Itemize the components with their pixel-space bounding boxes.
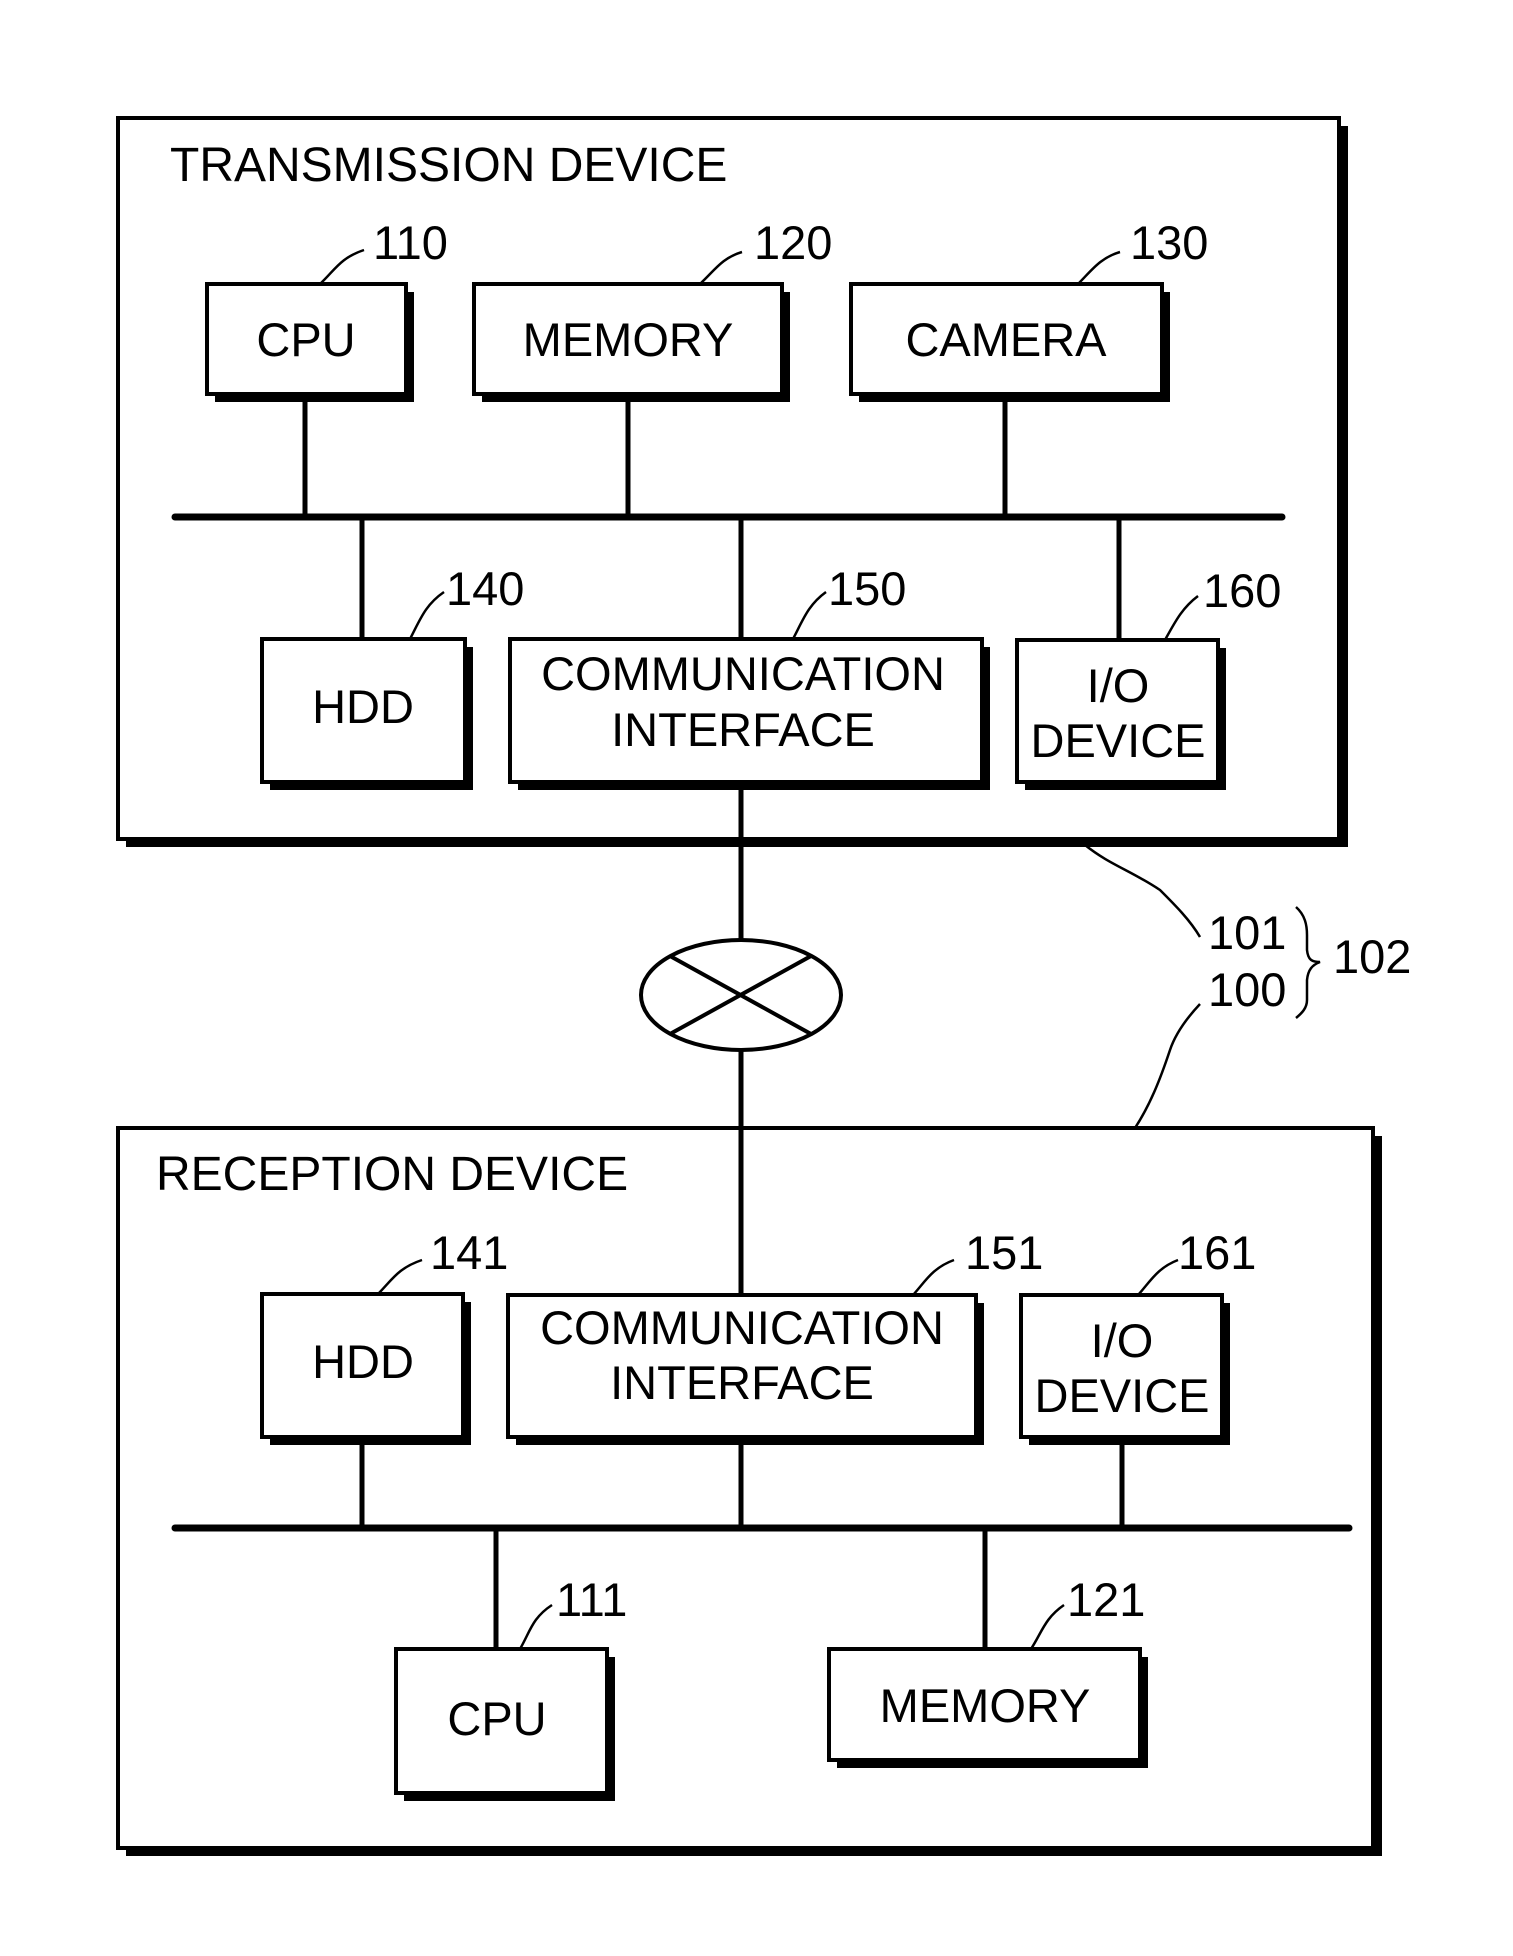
- system-references: 101 100 102: [1084, 844, 1411, 1129]
- system-brace-icon: [1295, 906, 1321, 1019]
- memory-121-label: MEMORY: [880, 1679, 1091, 1732]
- reception-100-leader: [1133, 1003, 1201, 1129]
- reception-device: RECEPTION DEVICE HDD 141 COMMUNICATION I…: [116, 1126, 1382, 1856]
- comm-interface-151-label-line1: COMMUNICATION: [540, 1301, 944, 1354]
- memory-120-ref: 120: [754, 216, 832, 269]
- comm-interface-151-label-line2: INTERFACE: [610, 1356, 874, 1409]
- system-block-diagram: TRANSMISSION DEVICE CPU 110 MEMORY 120 C…: [116, 116, 1411, 1856]
- io-device-160-label-line1: I/O: [1087, 659, 1150, 712]
- io-device-161-label-line2: DEVICE: [1035, 1369, 1210, 1422]
- cpu-110-label: CPU: [256, 313, 355, 366]
- transmission-device: TRANSMISSION DEVICE CPU 110 MEMORY 120 C…: [116, 116, 1348, 847]
- comm-interface-150-ref: 150: [828, 562, 906, 615]
- comm-interface-150-label-line1: COMMUNICATION: [541, 647, 945, 700]
- hdd-141-ref: 141: [430, 1226, 508, 1279]
- transmission-101-leader: [1084, 844, 1202, 938]
- transmission-device-title: TRANSMISSION DEVICE: [170, 139, 727, 192]
- hdd-140-ref: 140: [446, 562, 524, 615]
- memory-121-ref: 121: [1067, 1573, 1145, 1626]
- network-crossed-ellipse-icon: [639, 938, 843, 1052]
- cpu-111-label: CPU: [447, 1692, 546, 1745]
- cpu-111-ref: 111: [556, 1573, 627, 1626]
- hdd-140-label: HDD: [312, 680, 414, 733]
- io-device-161-label-line1: I/O: [1091, 1314, 1154, 1367]
- camera-130-label: CAMERA: [905, 313, 1107, 366]
- camera-130-ref: 130: [1130, 216, 1208, 269]
- reception-100-ref: 100: [1208, 963, 1286, 1016]
- comm-interface-150-label-line2: INTERFACE: [611, 703, 875, 756]
- io-device-160-label-line2: DEVICE: [1031, 714, 1206, 767]
- hdd-141-label: HDD: [312, 1335, 414, 1388]
- io-device-161-ref: 161: [1178, 1226, 1256, 1279]
- comm-interface-151-ref: 151: [965, 1226, 1043, 1279]
- transmission-101-ref: 101: [1208, 906, 1286, 959]
- cpu-110-ref: 110: [373, 216, 448, 269]
- reception-device-title: RECEPTION DEVICE: [156, 1148, 628, 1201]
- io-device-160-ref: 160: [1203, 564, 1281, 617]
- memory-120-label: MEMORY: [523, 313, 734, 366]
- system-102-ref: 102: [1333, 930, 1411, 983]
